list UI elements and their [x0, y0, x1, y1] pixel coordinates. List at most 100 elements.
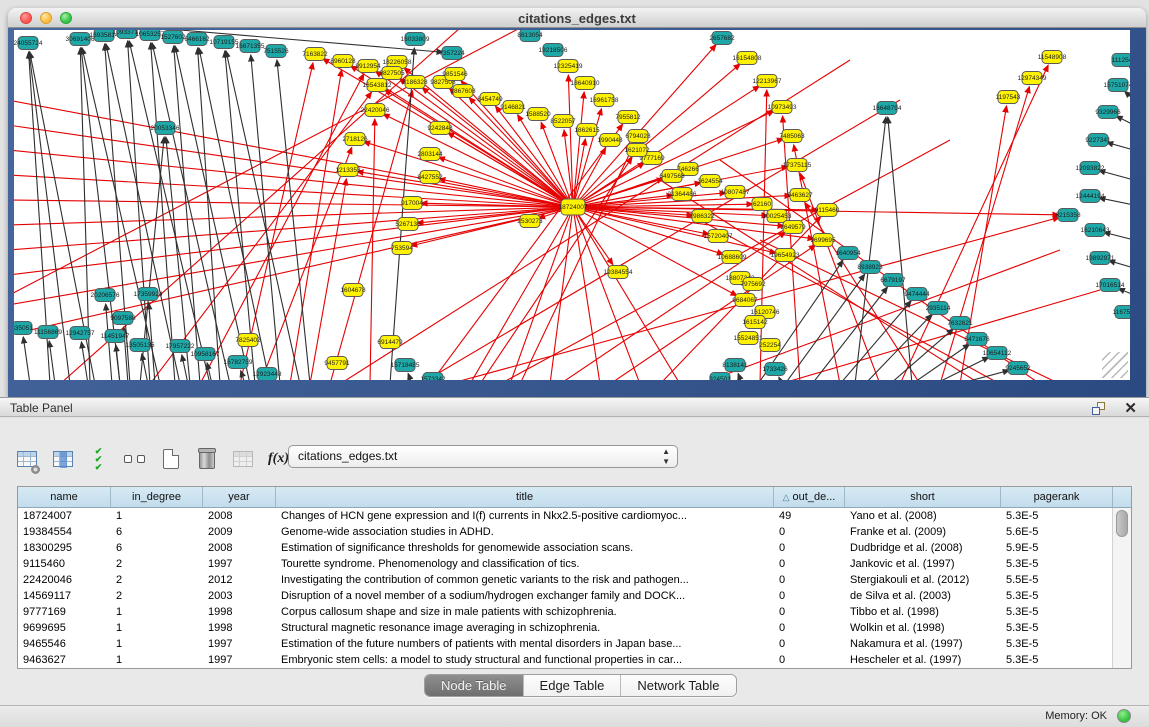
scrollbar-thumb[interactable] [1116, 510, 1128, 537]
black-edge[interactable] [855, 117, 886, 380]
black-edge[interactable] [128, 41, 150, 380]
red-edge[interactable] [783, 116, 800, 380]
node-label: 19218506 [539, 47, 568, 54]
close-panel-icon[interactable]: ✕ [1124, 399, 1137, 417]
node-label: 9684067 [732, 297, 758, 304]
tab-network-table[interactable]: Network Table [621, 675, 735, 696]
red-edge[interactable] [370, 119, 375, 380]
black-edge[interactable] [840, 301, 911, 380]
network-graph[interactable]: 2405572430691406169358141093371710653257… [14, 30, 1130, 380]
node-label: 11451947 [101, 333, 130, 340]
table-row[interactable]: 1830029562008Estimation of significance … [18, 540, 1131, 556]
tab-node-table[interactable]: Node Table [425, 675, 524, 696]
cell: Genome-wide association studies in ADHD. [276, 524, 774, 540]
black-edge[interactable] [1125, 91, 1130, 100]
select-rows-icon[interactable]: ✔✔✔ [86, 447, 111, 472]
column-header-pagerank[interactable]: pagerank [1001, 487, 1113, 507]
table-row[interactable]: 1872400712008Changes of HCN gene express… [18, 508, 1131, 524]
black-edge[interactable] [1116, 116, 1130, 125]
cell: 1 [111, 636, 203, 652]
memory-status-label: Memory: OK [1045, 710, 1107, 722]
cell: 1 [111, 604, 203, 620]
node-label: 62160 [753, 201, 771, 208]
cell: 0 [774, 556, 845, 572]
node-label: 7515526 [263, 48, 289, 55]
node-label: 12444194 [1076, 193, 1105, 200]
column-header-in-degree[interactable]: in_degree [111, 487, 203, 507]
resize-grip-icon[interactable] [1102, 352, 1128, 378]
node-label: 9474444 [904, 291, 930, 298]
black-edge[interactable] [116, 345, 120, 380]
node-label: 19892971 [1086, 255, 1115, 262]
black-edge[interactable] [225, 51, 255, 380]
red-edge[interactable] [550, 207, 573, 380]
node-label: 252254 [759, 342, 781, 349]
table-row[interactable]: 911546021997Tourette syndrome. Phenomeno… [18, 556, 1131, 572]
red-edge[interactable] [240, 63, 313, 380]
cell: 1 [111, 652, 203, 668]
column-header-name[interactable]: name [18, 487, 111, 507]
table-row[interactable]: 946554611997Estimation of the future num… [18, 636, 1131, 652]
network-window: citations_edges.txt 24055724306914061693… [8, 8, 1146, 397]
cell: 5.3E-5 [1001, 636, 1113, 652]
black-edge[interactable] [49, 341, 55, 380]
cell: 18300295 [18, 540, 111, 556]
black-edge[interactable] [129, 41, 210, 380]
black-edge[interactable] [408, 373, 412, 380]
node-label: 6914479 [377, 339, 403, 346]
cell: 9777169 [18, 604, 111, 620]
red-edge[interactable] [357, 171, 573, 207]
red-edge[interactable] [573, 207, 640, 380]
black-edge[interactable] [888, 117, 912, 380]
cell: 9699695 [18, 620, 111, 636]
node-label: 18724007 [559, 204, 588, 211]
black-edge[interactable] [174, 46, 200, 380]
column-header-year[interactable]: year [203, 487, 276, 507]
red-edge[interactable] [14, 150, 573, 207]
red-edge[interactable] [14, 207, 573, 250]
black-edge[interactable] [390, 48, 414, 380]
red-edge[interactable] [794, 145, 840, 380]
table-row[interactable]: 2242004622012Investigating the contribut… [18, 572, 1131, 588]
node-label: 16120746 [751, 309, 780, 316]
node-label: 8215358 [1055, 212, 1081, 219]
black-edge[interactable] [142, 354, 148, 380]
black-edge[interactable] [779, 377, 782, 380]
cell: 2 [111, 572, 203, 588]
table-row[interactable]: 977716911998Corpus callosum shape and si… [18, 604, 1131, 620]
column-header-title[interactable]: title [276, 487, 774, 507]
tab-edge-table[interactable]: Edge Table [524, 675, 622, 696]
float-panel-icon[interactable] [1092, 402, 1105, 415]
new-column-icon[interactable] [158, 447, 183, 472]
vertical-scrollbar[interactable] [1112, 508, 1131, 668]
column-header-out-de-[interactable]: △out_de... [774, 487, 845, 507]
column-header-short[interactable]: short [845, 487, 1001, 507]
table-selector-dropdown[interactable]: citations_edges.txt ▲▼ [288, 445, 678, 468]
table-row[interactable]: 1938455462009Genome-wide association stu… [18, 524, 1131, 540]
black-edge[interactable] [738, 373, 742, 380]
node-label: 2935114 [926, 305, 951, 312]
red-edge[interactable] [573, 207, 680, 380]
black-edge[interactable] [23, 337, 30, 380]
table-row[interactable]: 1456911722003Disruption of a novel membe… [18, 588, 1131, 604]
row-options-icon[interactable] [122, 447, 147, 472]
black-edge[interactable] [81, 342, 88, 380]
column-visibility-icon[interactable] [50, 447, 75, 472]
cell: 2 [111, 588, 203, 604]
black-edge[interactable] [151, 43, 175, 380]
network-canvas[interactable]: 2405572430691406169358141093371710653257… [14, 30, 1130, 380]
node-label: 2657682 [709, 35, 735, 42]
table-mode-icon[interactable] [14, 447, 39, 472]
node-label: 5267130 [395, 221, 421, 228]
table-row[interactable]: 946362711997Embryonic stem cells: a mode… [18, 652, 1131, 668]
black-edge[interactable] [277, 60, 310, 380]
black-edge[interactable] [198, 48, 220, 380]
node-label: 16961758 [590, 97, 619, 104]
window-titlebar[interactable]: citations_edges.txt [8, 8, 1146, 28]
delete-column-icon[interactable] [194, 447, 219, 472]
red-edge[interactable] [200, 74, 364, 380]
black-edge[interactable] [199, 48, 270, 380]
red-edge[interactable] [150, 92, 372, 380]
node-label: 6794028 [625, 133, 651, 140]
table-row[interactable]: 969969511998Structural magnetic resonanc… [18, 620, 1131, 636]
